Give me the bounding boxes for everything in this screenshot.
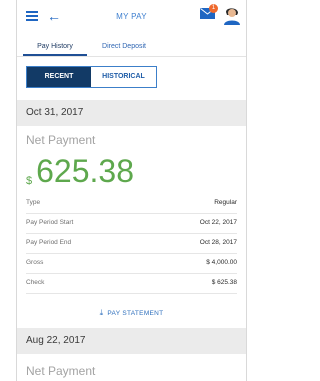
amount-value: 625.38	[36, 153, 134, 189]
detail-label: Type	[26, 199, 41, 206]
currency-symbol: $	[26, 174, 33, 187]
net-payment-label: Net Payment	[26, 364, 96, 378]
pay-statement-link[interactable]: ⤓ PAY STATEMENT	[17, 308, 246, 318]
payment-date-header: Aug 22, 2017	[17, 328, 246, 354]
tab-direct-deposit[interactable]: Direct Deposit	[91, 38, 157, 56]
net-payment-label: Net Payment	[26, 133, 96, 147]
tab-pay-history[interactable]: Pay History	[23, 38, 87, 56]
top-bar: ← MY PAY 1	[17, 0, 246, 38]
download-icon: ⤓	[99, 308, 104, 317]
detail-row: Gross $ 4,000.00	[26, 253, 237, 274]
detail-value: Regular	[214, 199, 237, 206]
tab-bar: Pay History Direct Deposit	[17, 38, 246, 57]
app-screen: ← MY PAY 1 Pay History Direct Deposit RE…	[16, 0, 247, 381]
pay-statement-label: PAY STATEMENT	[107, 310, 164, 317]
detail-value: $ 625.38	[211, 279, 237, 286]
detail-label: Pay Period Start	[26, 219, 74, 226]
detail-row: Pay Period End Oct 28, 2017	[26, 233, 237, 254]
detail-row: Type Regular	[26, 193, 237, 214]
avatar[interactable]	[223, 5, 241, 25]
payment-date-header: Oct 31, 2017	[17, 100, 246, 126]
detail-label: Gross	[26, 259, 44, 266]
notification-badge: 1	[209, 4, 218, 13]
net-payment-amount: $625.38	[26, 153, 134, 190]
detail-value: Oct 28, 2017	[199, 239, 237, 246]
detail-row: Check $ 625.38	[26, 273, 237, 294]
recent-button[interactable]: RECENT	[27, 67, 91, 87]
detail-value: $ 4,000.00	[206, 259, 237, 266]
detail-row: Pay Period Start Oct 22, 2017	[26, 213, 237, 234]
period-toggle: RECENT HISTORICAL	[26, 66, 157, 88]
historical-button[interactable]: HISTORICAL	[91, 67, 156, 87]
detail-value: Oct 22, 2017	[199, 219, 237, 226]
detail-label: Pay Period End	[26, 239, 72, 246]
detail-label: Check	[26, 279, 45, 286]
